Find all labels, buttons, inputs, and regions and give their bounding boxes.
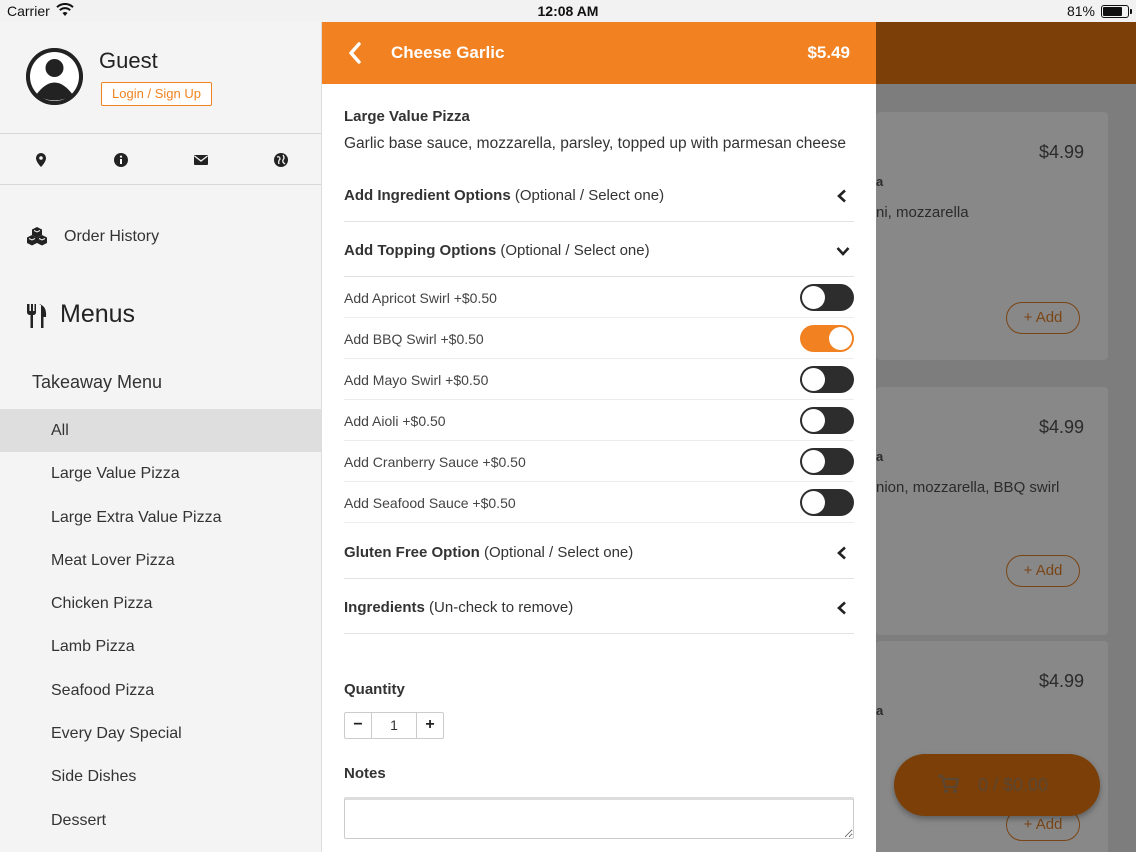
section-hint: (Un-check to remove) xyxy=(429,599,574,616)
category-item-dessert[interactable]: Dessert xyxy=(0,799,321,842)
add-button: + Add xyxy=(1006,302,1080,334)
category-item-meat-lover-pizza[interactable]: Meat Lover Pizza xyxy=(0,539,321,582)
quantity-value[interactable]: 1 xyxy=(372,713,416,738)
topping-option: Add Cranberry Sauce +$0.50 xyxy=(344,441,854,482)
contact-icons-row xyxy=(0,134,321,185)
category-item-large-value-pizza[interactable]: Large Value Pizza xyxy=(0,452,321,495)
order-history-link[interactable]: Order History xyxy=(0,212,321,260)
topping-toggle[interactable] xyxy=(800,448,854,475)
chevron-left-icon[interactable] xyxy=(836,601,848,615)
section-title: Gluten Free Option xyxy=(344,544,480,561)
card-category: a xyxy=(876,449,884,464)
background-menu: $4.99 a ni, mozzarella + Add $4.99 a nio… xyxy=(876,22,1136,852)
increase-quantity-button[interactable]: + xyxy=(416,713,443,738)
category-item-chicken-pizza[interactable]: Chicken Pizza xyxy=(0,582,321,625)
topping-label: Add Mayo Swirl +$0.50 xyxy=(344,372,489,388)
topping-toggle[interactable] xyxy=(800,489,854,516)
avatar-icon xyxy=(26,48,83,105)
cart-icon xyxy=(938,774,960,793)
info-icon[interactable] xyxy=(113,152,129,168)
back-chevron-icon[interactable] xyxy=(348,42,362,64)
category-item-lamb-pizza[interactable]: Lamb Pizza xyxy=(0,625,321,668)
item-price: $5.49 xyxy=(807,43,850,62)
topping-option: Add BBQ Swirl +$0.50 xyxy=(344,318,854,359)
card-price: $4.99 xyxy=(1038,671,1084,691)
menu-card: $4.99 a ni, mozzarella + Add xyxy=(876,112,1108,360)
section-hint: (Optional / Select one) xyxy=(500,242,650,259)
cutlery-icon xyxy=(27,304,47,328)
item-detail-panel: Cheese Garlic $5.49 Large Value Pizza Ga… xyxy=(322,22,876,852)
category-item-side-dishes[interactable]: Side Dishes xyxy=(0,755,321,798)
topping-toggle[interactable] xyxy=(800,366,854,393)
menu-card: $4.99 a nion, mozzarella, BBQ swirl + Ad… xyxy=(876,387,1108,635)
quantity-stepper: − 1 + xyxy=(344,712,444,739)
quantity-label: Quantity xyxy=(344,681,405,698)
menus-title: Menus xyxy=(60,300,136,328)
card-description: nion, mozzarella, BBQ swirl xyxy=(876,479,1060,496)
user-name: Guest xyxy=(99,48,158,73)
notes-label: Notes xyxy=(344,765,386,782)
topping-option: Add Mayo Swirl +$0.50 xyxy=(344,359,854,400)
chevron-left-icon[interactable] xyxy=(836,189,848,203)
order-history-label: Order History xyxy=(64,228,160,245)
section-hint: (Optional / Select one) xyxy=(484,544,634,561)
category-item-every-day-special[interactable]: Every Day Special xyxy=(0,712,321,755)
topping-option: Add Seafood Sauce +$0.50 xyxy=(344,482,854,523)
item-title: Cheese Garlic xyxy=(391,43,505,62)
battery-icon xyxy=(1101,5,1132,18)
envelope-icon[interactable] xyxy=(193,152,209,168)
topping-option: Add Aioli +$0.50 xyxy=(344,400,854,441)
battery-percent: 81% xyxy=(1066,3,1095,19)
status-bar: Carrier 12:08 AM 81% xyxy=(0,0,1136,22)
globe-icon[interactable] xyxy=(273,152,289,168)
section-title: Ingredients xyxy=(344,599,425,616)
gluten-free-section[interactable]: Gluten Free Option (Optional / Select on… xyxy=(344,524,854,579)
ingredients-section[interactable]: Ingredients (Un-check to remove) xyxy=(344,579,854,634)
topping-label: Add Aioli +$0.50 xyxy=(344,413,446,429)
topping-toggle[interactable] xyxy=(800,407,854,434)
menu-card: $4.99 a + Add xyxy=(876,641,1108,852)
cart-button: 0 / $0.00 xyxy=(894,754,1100,816)
add-button: + Add xyxy=(1006,555,1080,587)
ingredient-options-section[interactable]: Add Ingredient Options (Optional / Selec… xyxy=(344,167,854,222)
topping-label: Add Cranberry Sauce +$0.50 xyxy=(344,454,526,470)
topping-option: Add Apricot Swirl +$0.50 xyxy=(344,277,854,318)
card-category: a xyxy=(876,174,884,189)
card-price: $4.99 xyxy=(1038,417,1084,437)
item-description: Garlic base sauce, mozzarella, parsley, … xyxy=(344,135,847,152)
section-title: Add Ingredient Options xyxy=(344,187,511,204)
section-title: Add Topping Options xyxy=(344,242,497,259)
chevron-down-icon[interactable] xyxy=(836,244,850,258)
background-header xyxy=(876,22,1136,84)
topping-label: Add Apricot Swirl +$0.50 xyxy=(344,290,497,306)
category-list: All Large Value Pizza Large Extra Value … xyxy=(0,409,321,842)
clock: 12:08 AM xyxy=(537,3,599,19)
profile-section: Guest Login / Sign Up xyxy=(0,22,321,134)
chevron-left-icon[interactable] xyxy=(836,546,848,560)
category-item-seafood-pizza[interactable]: Seafood Pizza xyxy=(0,669,321,712)
cart-total: 0 / $0.00 xyxy=(978,775,1049,795)
topping-label: Add Seafood Sauce +$0.50 xyxy=(344,495,516,511)
topping-toggle[interactable] xyxy=(800,284,854,311)
panel-header: Cheese Garlic $5.49 xyxy=(322,22,876,84)
item-category: Large Value Pizza xyxy=(344,108,470,125)
card-description: ni, mozzarella xyxy=(876,204,969,221)
topping-label: Add BBQ Swirl +$0.50 xyxy=(344,331,484,347)
takeaway-menu-title: Takeaway Menu xyxy=(32,372,163,392)
notes-input[interactable] xyxy=(344,797,854,839)
card-price: $4.99 xyxy=(1038,142,1084,162)
card-category: a xyxy=(876,703,884,718)
section-hint: (Optional / Select one) xyxy=(514,187,665,204)
decrease-quantity-button[interactable]: − xyxy=(345,713,372,738)
category-item-all[interactable]: All xyxy=(0,409,321,453)
cubes-icon xyxy=(27,227,47,246)
category-item-large-extra-value-pizza[interactable]: Large Extra Value Pizza xyxy=(0,496,321,539)
login-signup-button[interactable]: Login / Sign Up xyxy=(101,82,212,106)
topping-options-section[interactable]: Add Topping Options (Optional / Select o… xyxy=(344,222,854,277)
map-pin-icon[interactable] xyxy=(33,152,49,168)
topping-toggle[interactable] xyxy=(800,325,854,352)
sidebar: Guest Login / Sign Up Order History Menu… xyxy=(0,22,322,852)
